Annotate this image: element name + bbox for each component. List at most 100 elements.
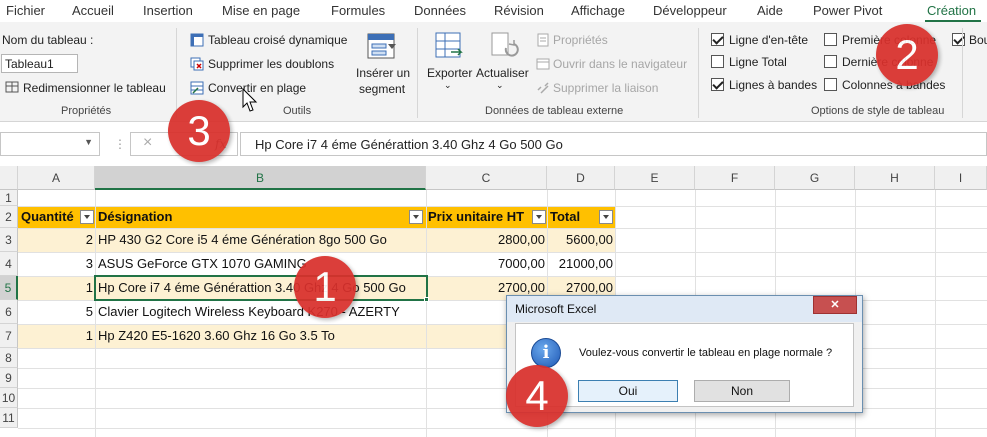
filter-dropdown-icon[interactable] — [409, 210, 423, 224]
filter-dropdown-icon[interactable] — [532, 210, 546, 224]
remove-duplicates-button[interactable]: Supprimer les doublons — [208, 57, 334, 71]
mouse-cursor-icon — [242, 88, 258, 112]
tab-creation[interactable]: Création — [927, 3, 976, 18]
tab-fichier[interactable]: Fichier — [6, 3, 45, 18]
row-header[interactable]: 1 — [0, 190, 18, 206]
dialog-message: Voulez-vous convertir le tableau en plag… — [579, 347, 833, 359]
group-separator — [962, 28, 963, 118]
row-header[interactable]: 2 — [0, 206, 18, 228]
total-row-checkbox[interactable] — [711, 55, 724, 68]
yes-button[interactable]: Oui — [578, 380, 678, 402]
cell-designation[interactable]: ASUS GeForce GTX 1070 GAMING — [98, 256, 424, 271]
tab-formules[interactable]: Formules — [331, 3, 385, 18]
no-button[interactable]: Non — [694, 380, 790, 402]
unlink-button[interactable]: Supprimer la liaison — [553, 81, 658, 95]
row-header[interactable]: 6 — [0, 300, 18, 324]
cell-designation[interactable]: Hp Z420 E5-1620 3.60 Ghz 16 Go 3.5 To — [98, 328, 424, 343]
row-header[interactable]: 4 — [0, 252, 18, 276]
row-header[interactable]: 7 — [0, 324, 18, 348]
table-name-label: Nom du tableau : — [2, 33, 94, 47]
row-header[interactable]: 3 — [0, 228, 18, 252]
name-box-chevron-icon[interactable]: ▼ — [84, 137, 93, 147]
banded-rows-checkbox[interactable] — [711, 78, 724, 91]
export-chevron-icon[interactable]: ⌄ — [444, 80, 452, 91]
properties-button[interactable]: Propriétés — [553, 33, 608, 47]
gridline — [95, 190, 96, 437]
tab-mise-en-page[interactable]: Mise en page — [222, 3, 300, 18]
info-icon: i — [531, 338, 561, 368]
column-header-i[interactable]: I — [935, 166, 987, 190]
column-header-c[interactable]: C — [426, 166, 547, 190]
insert-slicer-button-line1[interactable]: Insérer un — [356, 66, 410, 80]
tab-insertion[interactable]: Insertion — [143, 3, 193, 18]
cell-qty[interactable]: 5 — [20, 304, 93, 319]
fill-handle[interactable] — [424, 297, 429, 302]
cell-total[interactable]: 21000,00 — [549, 256, 613, 271]
column-header-h[interactable]: H — [855, 166, 935, 190]
gridline — [426, 190, 427, 437]
column-header-g[interactable]: G — [775, 166, 855, 190]
column-header-f[interactable]: F — [695, 166, 775, 190]
row-header[interactable]: 8 — [0, 348, 18, 368]
pivot-table-button[interactable]: Tableau croisé dynamique — [208, 33, 347, 47]
cell-prix[interactable]: 2800,00 — [428, 232, 545, 247]
refresh-chevron-icon[interactable]: ⌄ — [496, 80, 504, 91]
menu-bar: Fichier Accueil Insertion Mise en page F… — [0, 0, 987, 22]
tab-accueil[interactable]: Accueil — [72, 3, 114, 18]
column-header-d[interactable]: D — [547, 166, 615, 190]
filter-dropdown-icon[interactable] — [80, 210, 94, 224]
cell-prix[interactable]: 7000,00 — [428, 256, 545, 271]
column-header-b[interactable]: B — [95, 166, 426, 190]
cell-qty[interactable]: 2 — [20, 232, 93, 247]
cell-designation[interactable]: HP 430 G2 Core i5 4 éme Génération 8go 5… — [98, 232, 424, 247]
first-column-checkbox[interactable] — [824, 33, 837, 46]
close-icon[interactable]: ✕ — [813, 296, 857, 314]
refresh-button[interactable]: Actualiser — [476, 66, 529, 80]
tab-revision[interactable]: Révision — [494, 3, 544, 18]
active-cell-selection — [94, 275, 428, 301]
export-button[interactable]: Exporter — [427, 66, 472, 80]
gridline — [18, 206, 987, 207]
cell-prix[interactable]: 2700,00 — [428, 280, 545, 295]
tab-donnees[interactable]: Données — [414, 3, 466, 18]
cell-total[interactable]: 2700,00 — [549, 280, 613, 295]
column-header-e[interactable]: E — [615, 166, 695, 190]
formula-input[interactable]: Hp Core i7 4 éme Générattion 3.40 Ghz 4 … — [240, 132, 987, 156]
select-all-corner[interactable] — [0, 166, 18, 190]
banded-columns-checkbox[interactable] — [824, 78, 837, 91]
last-column-checkbox[interactable] — [824, 55, 837, 68]
dialog-titlebar[interactable]: Microsoft Excel ✕ — [507, 296, 862, 322]
slicer-icon — [367, 33, 396, 59]
cell-qty[interactable]: 3 — [20, 256, 93, 271]
column-header-a[interactable]: A — [18, 166, 95, 190]
formula-bar: ▼ ⋮ × fx Hp Core i7 4 éme Générattion 3.… — [0, 128, 987, 160]
row-header[interactable]: 9 — [0, 368, 18, 388]
table-name-input[interactable]: Tableau1 — [1, 54, 78, 73]
insert-slicer-button-line2[interactable]: segment — [359, 82, 405, 96]
header-designation: Désignation — [98, 209, 173, 224]
filter-dropdown-icon[interactable] — [599, 210, 613, 224]
cancel-icon[interactable]: × — [143, 134, 152, 152]
name-box[interactable]: ▼ — [0, 132, 100, 156]
open-in-browser-button[interactable]: Ouvrir dans le navigateur — [553, 57, 687, 71]
row-header[interactable]: 10 — [0, 388, 18, 408]
header-row-checkbox[interactable] — [711, 33, 724, 46]
cell-total[interactable]: 5600,00 — [549, 232, 613, 247]
tab-affichage[interactable]: Affichage — [571, 3, 625, 18]
tab-developpeur[interactable]: Développeur — [653, 3, 727, 18]
pivot-table-icon — [190, 33, 204, 47]
resize-table-button[interactable]: Redimensionner le tableau — [23, 81, 166, 95]
header-prix-unitaire: Prix unitaire HT — [428, 209, 525, 224]
resize-table-icon — [5, 81, 19, 93]
group-label-outils: Outils — [283, 105, 312, 117]
remove-duplicates-icon — [190, 57, 204, 71]
cell-qty[interactable]: 1 — [20, 328, 93, 343]
tab-aide[interactable]: Aide — [757, 3, 783, 18]
cell-designation[interactable]: Clavier Logitech Wireless Keyboard K270 … — [98, 304, 424, 319]
row-header[interactable]: 11 — [0, 408, 18, 428]
cell-qty[interactable]: 1 — [20, 280, 93, 295]
convert-to-range-icon — [190, 81, 204, 95]
filter-button-checkbox[interactable] — [952, 33, 965, 46]
row-header[interactable]: 5 — [0, 276, 18, 300]
tab-power-pivot[interactable]: Power Pivot — [813, 3, 882, 18]
